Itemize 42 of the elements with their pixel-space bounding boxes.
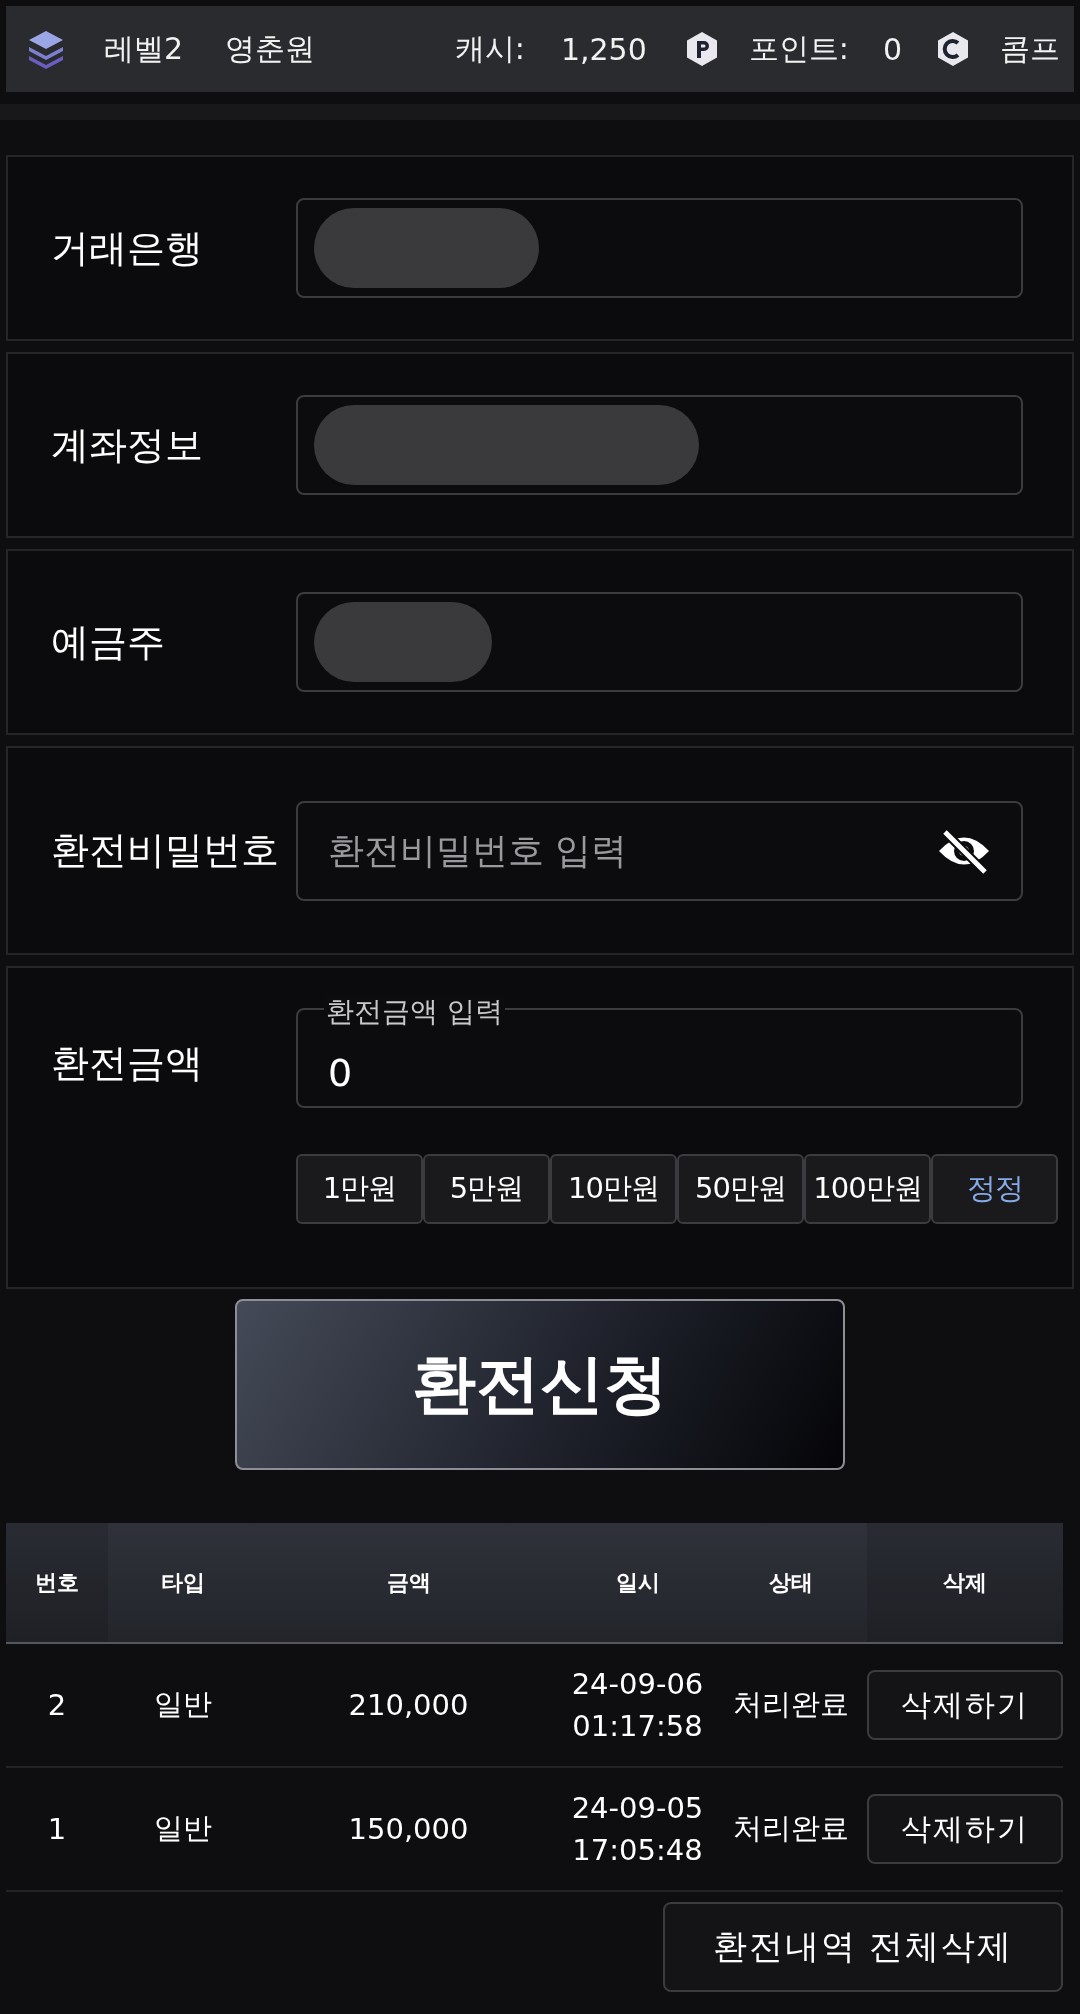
delete-button[interactable]: 삭제하기	[867, 1670, 1063, 1740]
input-field[interactable]	[296, 592, 1023, 692]
delete-all-button[interactable]: 환전내역 전체삭제	[663, 1902, 1063, 1992]
amount-button[interactable]: 10만원	[550, 1154, 677, 1224]
field-label: 거래은행	[51, 224, 204, 272]
field-label: 예금주	[51, 618, 166, 666]
field-label: 환전금액	[51, 1040, 204, 1087]
reset-button[interactable]: 정정	[931, 1154, 1058, 1224]
cash-amount: 1,250	[560, 31, 647, 67]
field-label: 환전비밀번호	[51, 827, 280, 874]
point-label: 포인트:	[748, 29, 849, 68]
column-header: 번호	[35, 1568, 79, 1597]
table-cell: 2	[47, 1688, 67, 1722]
table-cell: 210,000	[348, 1688, 469, 1722]
input-field[interactable]	[296, 198, 1023, 298]
level-label: 레벨2	[104, 29, 184, 68]
comp-label: 콤프	[1000, 29, 1060, 68]
column-header: 상태	[769, 1568, 813, 1597]
table-cell-text: 처리완료	[733, 1686, 849, 1723]
column-header: 타입	[160, 1568, 205, 1597]
table-cell: 1	[47, 1812, 67, 1846]
amount-button[interactable]: 1만원	[296, 1154, 423, 1224]
table-cell: 150,000	[348, 1812, 469, 1846]
table-cell-text: 일반	[153, 1810, 212, 1847]
amount-button[interactable]: 5만원	[423, 1154, 550, 1224]
amount-button[interactable]: 100만원	[804, 1154, 931, 1224]
password-field[interactable]: 환전비밀번호 입력	[296, 800, 1023, 901]
column-header: 금액	[386, 1568, 431, 1597]
point-amount: 0	[882, 31, 902, 67]
cash-label: 캐시:	[454, 29, 525, 68]
delete-button[interactable]: 삭제하기	[867, 1794, 1063, 1864]
amount-button[interactable]: 50만원	[677, 1154, 804, 1224]
submit-button[interactable]: 환전신청	[235, 1299, 845, 1470]
username: 영춘원	[225, 29, 316, 68]
field-label: 계좌정보	[51, 421, 204, 469]
table-cell-text: 일반	[153, 1686, 212, 1723]
table-cell-text: 24-09-06 01:17:58	[571, 1666, 704, 1745]
table-cell-text: 24-09-05 17:05:48	[571, 1790, 704, 1869]
column-header: 일시	[615, 1568, 660, 1597]
input-field[interactable]	[296, 395, 1023, 495]
column-header: 삭제	[943, 1568, 987, 1597]
table-cell-text: 처리완료	[733, 1810, 849, 1847]
